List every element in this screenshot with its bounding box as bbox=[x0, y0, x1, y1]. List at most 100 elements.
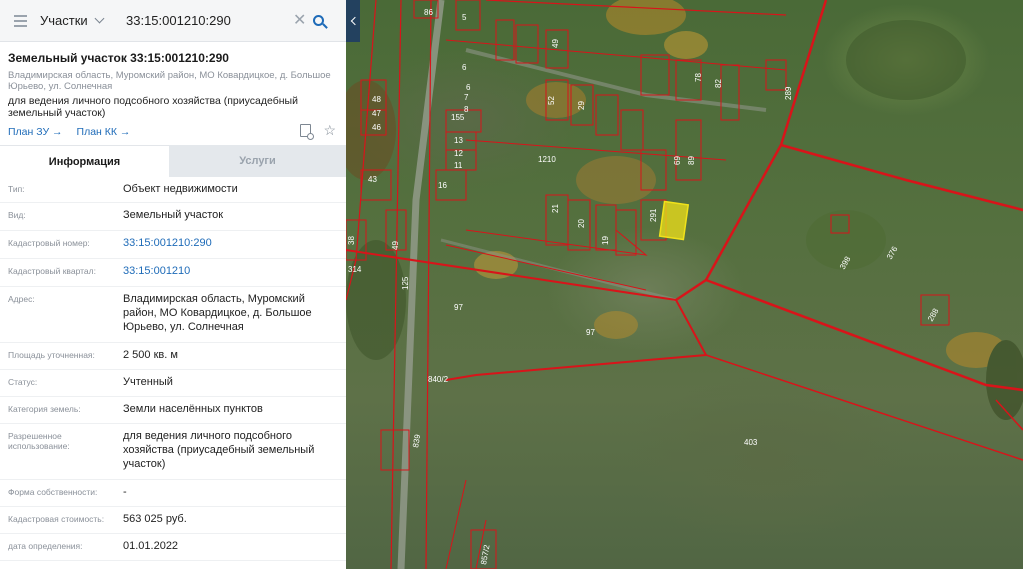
card-tabs: Информация Услуги bbox=[0, 145, 346, 177]
parcel-card: Земельный участок 33:15:001210:290 Влади… bbox=[0, 42, 346, 142]
selected-parcel[interactable] bbox=[658, 200, 690, 241]
plot-label: 155 bbox=[451, 113, 465, 122]
plot-label: 5 bbox=[462, 13, 467, 22]
info-key: Кадастровая стоимость: bbox=[8, 514, 105, 524]
info-row-land-category: Категория земель: Земли населённых пункт… bbox=[0, 397, 346, 424]
plot-label: 20 bbox=[577, 219, 586, 228]
info-row-address: Адрес: Владимирская область, Муромский р… bbox=[0, 287, 346, 343]
info-row-type: Тип: Объект недвижимости bbox=[0, 177, 346, 203]
plot-label: 6 bbox=[466, 83, 471, 92]
plot-label: 69 bbox=[673, 156, 682, 165]
info-value: Земельный участок bbox=[123, 209, 224, 221]
plot-label: 46 bbox=[372, 123, 381, 132]
info-value: 01.01.2022 bbox=[123, 540, 179, 552]
plot-label: 314 bbox=[348, 265, 362, 274]
plot-label: 47 bbox=[372, 109, 381, 118]
info-value: - bbox=[123, 486, 127, 498]
info-key: Кадастровый номер: bbox=[8, 238, 90, 248]
info-key: Адрес: bbox=[8, 294, 35, 304]
chevron-left-icon bbox=[350, 16, 359, 26]
plot-label: 7 bbox=[464, 93, 469, 102]
info-key: Категория земель: bbox=[8, 404, 81, 414]
tab-info[interactable]: Информация bbox=[0, 145, 169, 177]
collapse-panel-button[interactable] bbox=[346, 0, 360, 42]
plot-label: 49 bbox=[551, 39, 560, 48]
plan-zu-link[interactable]: План ЗУ → bbox=[8, 126, 63, 138]
plot-label: 89 bbox=[687, 156, 696, 165]
tab-services[interactable]: Услуги bbox=[169, 145, 346, 177]
info-row-permitted-use: Разрешенное использование: для ведения л… bbox=[0, 424, 346, 480]
plot-label: 52 bbox=[547, 96, 556, 105]
info-row-ownership: Форма собственности: - bbox=[0, 480, 346, 507]
info-key: Форма собственности: bbox=[8, 487, 98, 497]
plot-label: 29 bbox=[577, 101, 586, 110]
parcel-map[interactable]: 86 5 6 49 52 29 82 6 7 8 289 48 47 46 15… bbox=[346, 0, 1023, 569]
info-key: Площадь уточненная: bbox=[8, 350, 95, 360]
parcel-use: для ведения личного подсобного хозяйства… bbox=[8, 95, 298, 119]
info-row-cadastral-quarter: Кадастровый квартал: 33:15:001210 bbox=[0, 259, 346, 287]
star-icon[interactable]: ☆ bbox=[323, 123, 336, 137]
close-icon[interactable]: ✕ bbox=[293, 12, 306, 30]
plot-label: 403 bbox=[744, 438, 758, 447]
plot-label: 97 bbox=[586, 328, 595, 337]
layer-select[interactable]: Участки bbox=[40, 13, 118, 28]
plot-label: 8 bbox=[464, 105, 469, 114]
cadastral-quarter-link[interactable]: 33:15:001210 bbox=[123, 259, 346, 278]
plot-label: 289 bbox=[784, 86, 793, 100]
chevron-down-icon bbox=[94, 13, 105, 24]
info-value: для ведения личного подсобного хозяйства… bbox=[123, 430, 315, 470]
plot-label: 19 bbox=[601, 236, 610, 245]
cadastral-number-link[interactable]: 33:15:001210:290 bbox=[123, 231, 346, 250]
plot-label: 125 bbox=[401, 276, 410, 290]
info-row-area: Площадь уточненная: 2 500 кв. м bbox=[0, 343, 346, 370]
info-key: дата определения: bbox=[8, 541, 83, 551]
info-key: Кадастровый квартал: bbox=[8, 266, 96, 276]
plot-label: 376 bbox=[885, 244, 900, 261]
info-value: Учтенный bbox=[123, 376, 173, 388]
plot-label: 43 bbox=[368, 175, 377, 184]
card-tools: ☆ bbox=[300, 123, 336, 140]
menu-icon[interactable] bbox=[0, 0, 40, 42]
info-value: Объект недвижимости bbox=[123, 183, 238, 195]
plot-label: 86 bbox=[424, 8, 433, 17]
info-row-status: Статус: Учтенный bbox=[0, 370, 346, 397]
plot-label: 1210 bbox=[538, 155, 556, 164]
search-input[interactable] bbox=[126, 13, 296, 28]
plot-label: 49 bbox=[391, 241, 400, 250]
plot-label: 11 bbox=[454, 161, 463, 170]
plot-label: 82 bbox=[714, 79, 723, 88]
info-row-date: дата определения: 01.01.2022 bbox=[0, 534, 346, 561]
plot-label: 12 bbox=[454, 149, 463, 158]
parcel-address: Владимирская область, Муромский район, М… bbox=[8, 70, 331, 92]
plot-label: 13 bbox=[454, 136, 463, 145]
info-value: 2 500 кв. м bbox=[123, 349, 178, 361]
info-value: 563 025 руб. bbox=[123, 513, 187, 525]
plot-label: 97 bbox=[454, 303, 463, 312]
plot-label: 38 bbox=[347, 236, 356, 245]
plan-kk-link[interactable]: План КК → bbox=[77, 126, 131, 138]
info-key: Статус: bbox=[8, 377, 38, 387]
plot-outlines bbox=[346, 0, 950, 569]
plot-label: 288 bbox=[926, 306, 941, 323]
plot-label: 291 bbox=[649, 208, 658, 222]
info-row-cadastral-cost: Кадастровая стоимость: 563 025 руб. bbox=[0, 507, 346, 534]
info-table: Тип: Объект недвижимости Вид: Земельный … bbox=[0, 177, 346, 561]
info-row-kind: Вид: Земельный участок bbox=[0, 203, 346, 231]
search-icon bbox=[312, 14, 324, 26]
plot-labels: 86 5 6 49 52 29 82 6 7 8 289 48 47 46 15… bbox=[347, 8, 941, 565]
plot-label: 78 bbox=[694, 73, 703, 82]
info-panel: Участки ✕ Земельный участок 33:15:001210… bbox=[0, 0, 346, 569]
plot-label: 16 bbox=[438, 181, 447, 190]
map-view[interactable]: 86 5 6 49 52 29 82 6 7 8 289 48 47 46 15… bbox=[346, 0, 1023, 569]
search-button[interactable] bbox=[307, 6, 329, 34]
info-key: Разрешенное использование: bbox=[8, 431, 70, 451]
layer-select-label: Участки bbox=[40, 13, 88, 28]
document-search-icon[interactable] bbox=[300, 124, 315, 140]
plot-label: 21 bbox=[551, 204, 560, 213]
parcel-title: Земельный участок 33:15:001210:290 bbox=[8, 51, 229, 65]
search-bar: Участки ✕ bbox=[0, 0, 346, 42]
plot-label: 840/2 bbox=[428, 375, 449, 384]
plot-label: 48 bbox=[372, 95, 381, 104]
info-row-cadastral-number: Кадастровый номер: 33:15:001210:290 bbox=[0, 231, 346, 259]
plot-label: 6 bbox=[462, 63, 467, 72]
